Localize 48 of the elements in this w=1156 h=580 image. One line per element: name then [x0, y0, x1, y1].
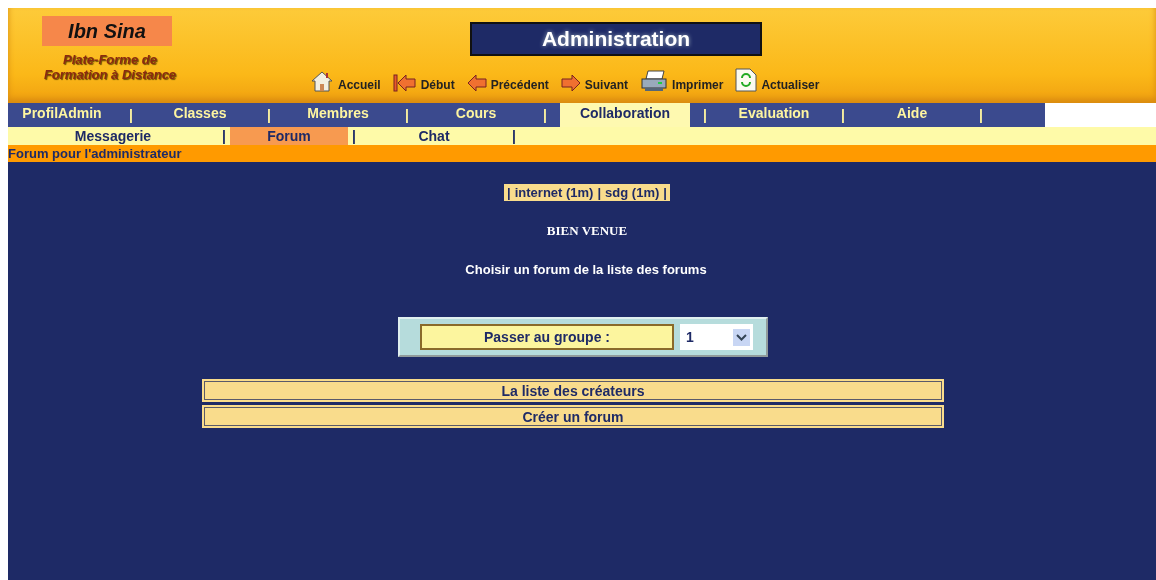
instruction-text: Choisir un forum de la liste des forums [465, 262, 707, 277]
toolbar-link[interactable]: Imprimer [640, 70, 724, 92]
forum-link[interactable]: sdg (1m) [605, 185, 660, 200]
arrow-left-icon [466, 74, 487, 92]
separator-text: | [978, 107, 984, 123]
logo: Ibn Sina [42, 16, 172, 46]
toolbar-link[interactable]: Début [392, 74, 455, 92]
arrow-left-bar-icon [392, 74, 417, 92]
separator-text: | [221, 128, 227, 144]
sub-tab[interactable]: Forum [230, 127, 348, 145]
nav-tab[interactable]: Classes [146, 103, 254, 127]
action-button[interactable]: La liste des créateurs [202, 379, 944, 402]
separator-text: | [840, 107, 846, 123]
sub-tab[interactable]: Chat [360, 127, 508, 145]
toolbar-link[interactable]: Actualiser [735, 68, 820, 92]
separator-text: | [507, 185, 511, 200]
action-button[interactable]: Créer un forum [202, 405, 944, 428]
separator-text: | [511, 128, 517, 144]
nav-tab[interactable]: Membres [284, 103, 392, 127]
house-icon [310, 70, 334, 92]
welcome-heading: BIEN VENUE [546, 223, 628, 239]
chevron-down-icon [733, 328, 750, 346]
section-title: Forum pour l'administrateur [8, 145, 1156, 162]
nav-tab[interactable]: ProfilAdmin [8, 103, 116, 127]
page-title: Administration [470, 22, 762, 56]
separator-text: | [266, 107, 272, 123]
tagline: Plate-Forme de Formation à Distance [42, 52, 178, 82]
toolbar-link[interactable]: Suivant [560, 74, 629, 92]
sub-tab[interactable]: Messagerie [8, 127, 218, 145]
nav-tab[interactable]: Aide [858, 103, 966, 127]
nav-tab[interactable]: Collaboration [560, 103, 690, 127]
toolbar-link[interactable]: Accueil [310, 70, 381, 92]
forum-link[interactable]: internet (1m) [514, 185, 594, 200]
separator-text: | [597, 185, 602, 200]
separator-text: | [663, 185, 667, 200]
separator-text: | [542, 107, 548, 123]
nav-tab[interactable]: Evaluation [720, 103, 828, 127]
separator-text: | [351, 128, 357, 144]
separator-text: | [702, 107, 708, 123]
separator-text: | [404, 107, 410, 123]
refresh-icon [735, 68, 758, 92]
separator-text: | [128, 107, 134, 123]
toolbar-link[interactable]: Précédent [466, 74, 549, 92]
nav-tab[interactable]: Cours [422, 103, 530, 127]
group-label: Passer au groupe : [420, 324, 674, 350]
arrow-right-icon [560, 74, 581, 92]
group-select[interactable]: 1 [680, 324, 753, 350]
printer-icon [640, 70, 669, 92]
